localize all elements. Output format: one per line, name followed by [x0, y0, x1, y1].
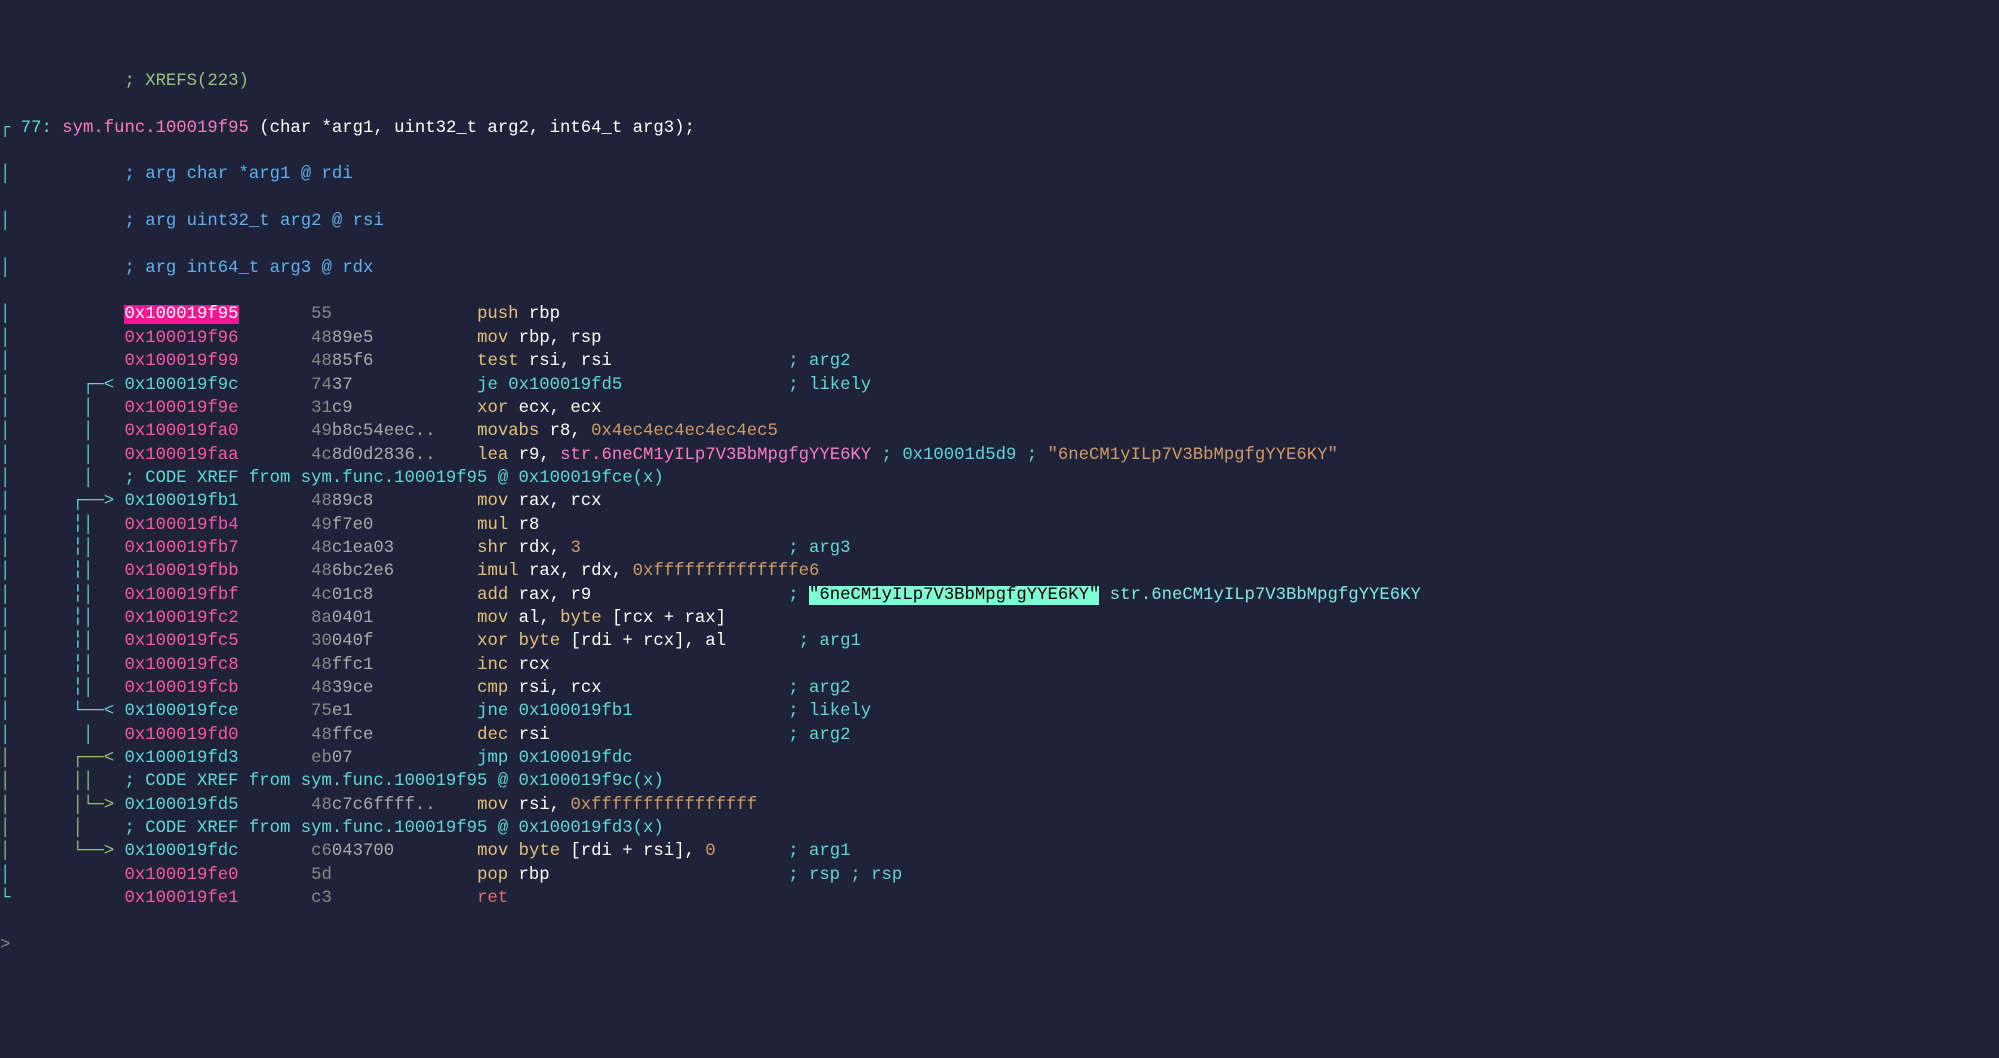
disasm-row[interactable]: │ │ ; CODE XREF from sym.func.100019f95 …: [0, 817, 1999, 840]
disasm-row[interactable]: │ ╎│ 0x100019fbf 4c01c8 add rax, r9 ; "6…: [0, 584, 1999, 607]
disasm-row[interactable]: │ 0x100019f96 4889e5 mov rbp, rsp: [0, 327, 1999, 350]
disasm-row[interactable]: │ ┌─< 0x100019f9c 7437 je 0x100019fd5 ; …: [0, 374, 1999, 397]
disasm-row[interactable]: │ 0x100019f95 55 push rbp: [0, 303, 1999, 326]
arg-comment-1: │ ; arg char *arg1 @ rdi: [0, 163, 1999, 186]
disasm-row[interactable]: │ │ 0x100019f9e 31c9 xor ecx, ecx: [0, 397, 1999, 420]
disasm-row[interactable]: │ ╎│ 0x100019fc2 8a0401 mov al, byte [rc…: [0, 607, 1999, 630]
disasm-row[interactable]: │ │ 0x100019faa 4c8d0d2836.. lea r9, str…: [0, 444, 1999, 467]
arg-comment-2: │ ; arg uint32_t arg2 @ rsi: [0, 210, 1999, 233]
disasm-row[interactable]: │ ╎│ 0x100019fb4 49f7e0 mul r8: [0, 514, 1999, 537]
arg-comment-3: │ ; arg int64_t arg3 @ rdx: [0, 257, 1999, 280]
disasm-row[interactable]: │ ╎│ 0x100019fc8 48ffc1 inc rcx: [0, 654, 1999, 677]
disasm-row[interactable]: │ └──< 0x100019fce 75e1 jne 0x100019fb1 …: [0, 700, 1999, 723]
disasm-row[interactable]: │ ╎│ 0x100019fcb 4839ce cmp rsi, rcx ; a…: [0, 677, 1999, 700]
disasm-row[interactable]: │ ╎│ 0x100019fc5 30040f xor byte [rdi + …: [0, 630, 1999, 653]
disasm-row[interactable]: │ ││ ; CODE XREF from sym.func.100019f95…: [0, 770, 1999, 793]
disasm-row[interactable]: │ ┌──> 0x100019fb1 4889c8 mov rax, rcx: [0, 490, 1999, 513]
disasm-row[interactable]: │ ╎│ 0x100019fb7 48c1ea03 shr rdx, 3 ; a…: [0, 537, 1999, 560]
disasm-row[interactable]: │ │ 0x100019fd0 48ffce dec rsi ; arg2: [0, 724, 1999, 747]
disasm-row[interactable]: │ 0x100019fe0 5d pop rbp ; rsp ; rsp: [0, 864, 1999, 887]
disasm-row[interactable]: │ │ ; CODE XREF from sym.func.100019f95 …: [0, 467, 1999, 490]
disasm-row[interactable]: │ │ 0x100019fa0 49b8c54eec.. movabs r8, …: [0, 420, 1999, 443]
prompt[interactable]: >: [0, 934, 1999, 957]
disasm-row[interactable]: └ 0x100019fe1 c3 ret: [0, 887, 1999, 910]
disassembly-listing[interactable]: │ 0x100019f95 55 push rbp│ 0x100019f96 4…: [0, 303, 1999, 910]
disasm-row[interactable]: │ ┌──< 0x100019fd3 eb07 jmp 0x100019fdc: [0, 747, 1999, 770]
function-signature: ┌ 77: sym.func.100019f95 (char *arg1, ui…: [0, 117, 1999, 140]
xrefs-header: ; XREFS(223): [0, 70, 1999, 93]
disasm-row[interactable]: │ ╎│ 0x100019fbb 486bc2e6 imul rax, rdx,…: [0, 560, 1999, 583]
disasm-row[interactable]: │ └──> 0x100019fdc c6043700 mov byte [rd…: [0, 840, 1999, 863]
disasm-row[interactable]: │ │└─> 0x100019fd5 48c7c6ffff.. mov rsi,…: [0, 794, 1999, 817]
disasm-row[interactable]: │ 0x100019f99 4885f6 test rsi, rsi ; arg…: [0, 350, 1999, 373]
